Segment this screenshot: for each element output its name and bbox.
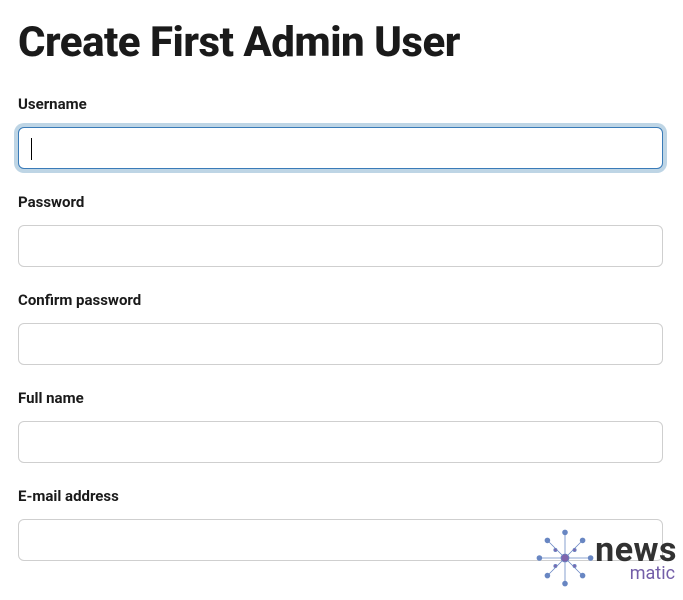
- watermark-brand-top: news: [595, 533, 677, 567]
- label-confirm-password: Confirm password: [18, 291, 665, 309]
- username-input[interactable]: [18, 127, 663, 169]
- watermark-text: news matic: [595, 533, 677, 583]
- fullname-input[interactable]: [18, 421, 663, 463]
- label-fullname: Full name: [18, 389, 665, 407]
- label-username: Username: [18, 95, 665, 113]
- password-input[interactable]: [18, 225, 663, 267]
- label-password: Password: [18, 193, 665, 211]
- form-group-fullname: Full name: [18, 389, 665, 463]
- network-icon: [533, 526, 597, 590]
- form-group-confirm-password: Confirm password: [18, 291, 665, 365]
- form-group-password: Password: [18, 193, 665, 267]
- confirm-password-input[interactable]: [18, 323, 663, 365]
- watermark-logo: news matic: [533, 526, 677, 590]
- page-title: Create First Admin User: [18, 18, 665, 67]
- label-email: E-mail address: [18, 487, 665, 505]
- watermark-brand-bottom: matic: [595, 565, 675, 583]
- form-group-username: Username: [18, 95, 665, 169]
